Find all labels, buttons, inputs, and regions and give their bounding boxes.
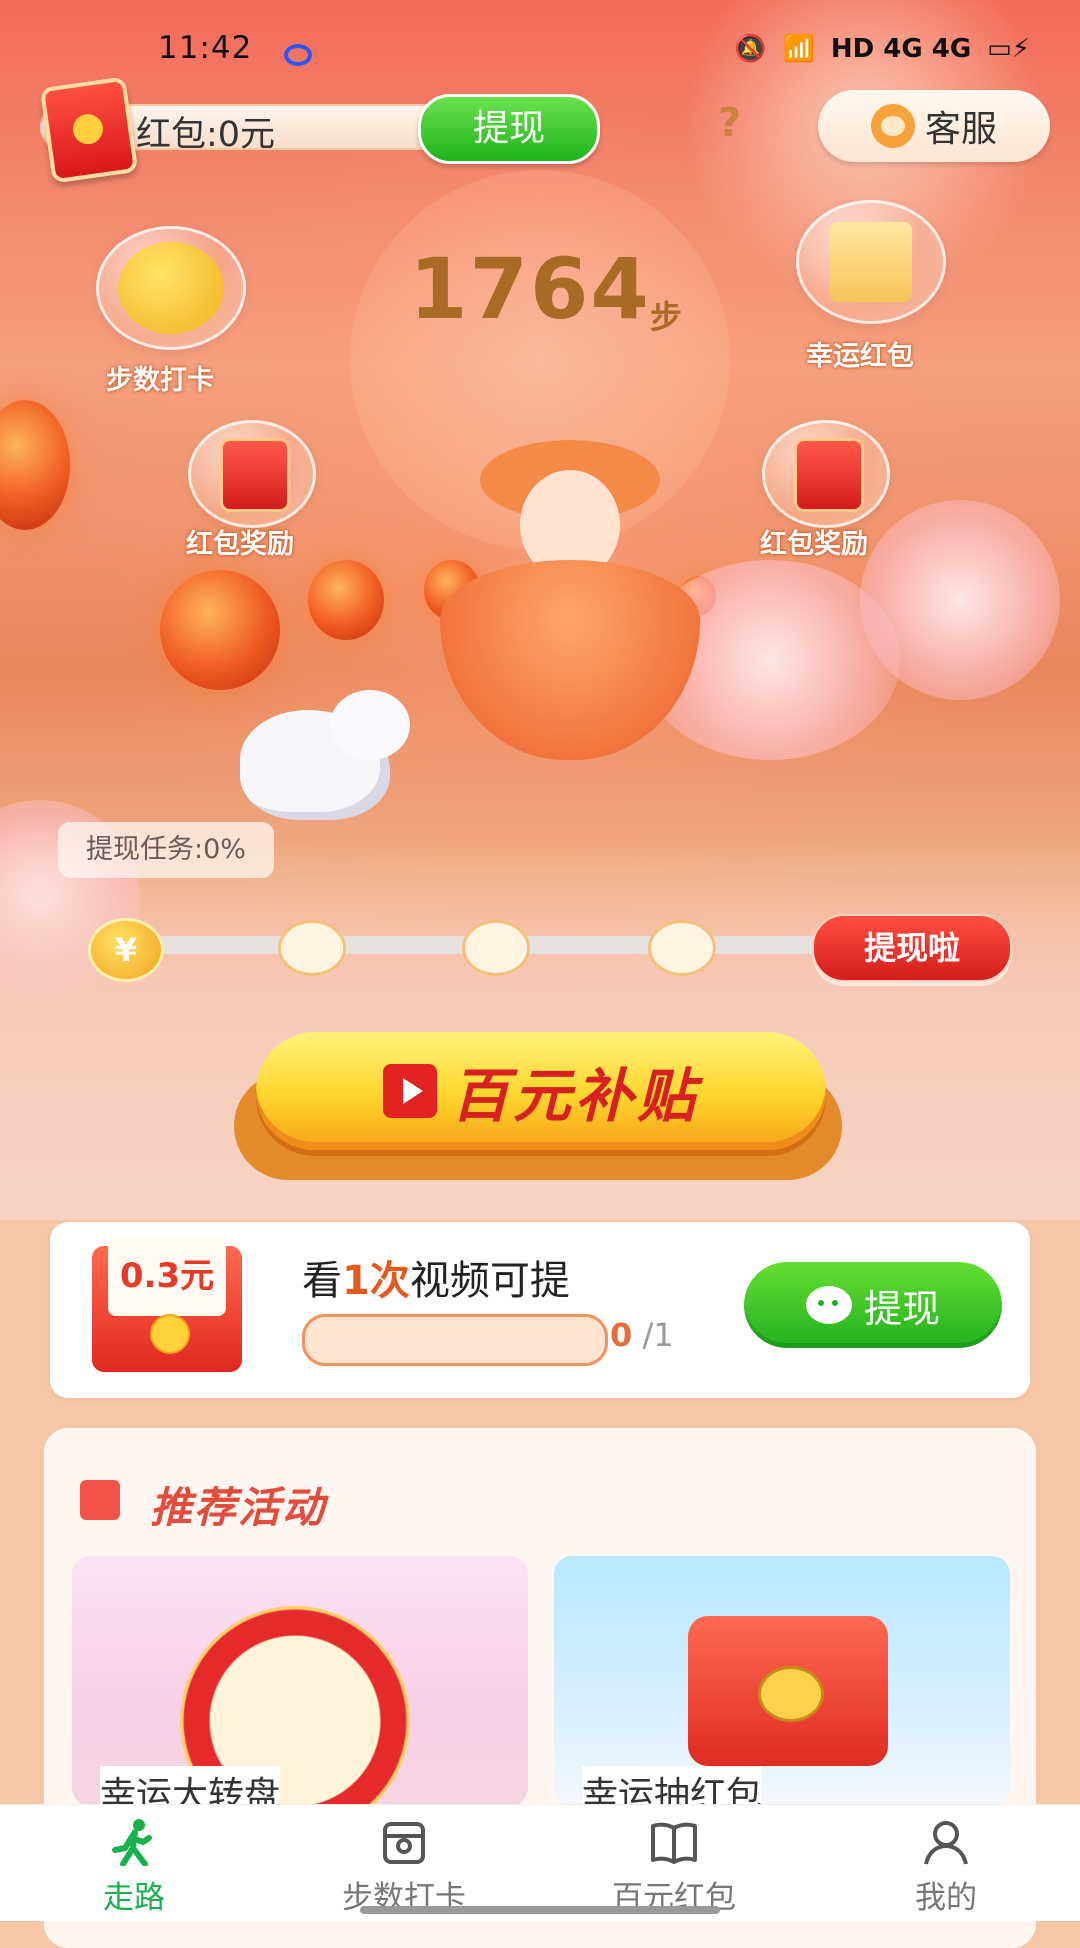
red-envelope-icon xyxy=(794,438,864,512)
nav-item-redpack[interactable]: 百元红包 xyxy=(574,1818,774,1917)
home-indicator[interactable] xyxy=(360,1906,720,1914)
reward-bubble-left[interactable] xyxy=(188,420,316,528)
milestone-node xyxy=(462,920,530,976)
blossom-tree xyxy=(860,500,1060,700)
customer-service-label: 客服 xyxy=(924,109,997,150)
coin-icon xyxy=(70,112,105,147)
play-icon xyxy=(382,1064,437,1118)
status-bar: 11:42 🔕 📶 HD 4G 4G ▭⚡ xyxy=(0,0,1080,104)
withdraw-button[interactable]: 提现 xyxy=(418,94,600,164)
lucky-redpack-bubble[interactable] xyxy=(796,200,946,324)
task-withdraw-label: 提现 xyxy=(863,1286,940,1331)
lantern xyxy=(160,570,280,690)
red-envelope-icon xyxy=(39,76,139,184)
reward-left-label: 红包奖励 xyxy=(186,529,294,560)
checkin-bubble[interactable] xyxy=(96,226,246,350)
gold-clasp-icon xyxy=(758,1666,824,1722)
reward-bubble-right[interactable] xyxy=(762,420,890,528)
lantern xyxy=(0,400,70,530)
step-unit: 步 xyxy=(650,298,683,336)
milestone-node xyxy=(648,920,716,976)
book-icon xyxy=(651,1822,697,1864)
milestone-node xyxy=(278,920,346,976)
subsidy-button[interactable]: 百元补贴 xyxy=(256,1032,826,1150)
activities-title: 推荐活动 xyxy=(150,1483,327,1532)
gold-envelope-icon xyxy=(830,222,912,302)
customer-service-button[interactable]: 客服 xyxy=(818,90,1050,162)
mute-icon: 🔕 xyxy=(734,34,767,64)
task-progress-current: 0 xyxy=(610,1316,633,1354)
task-progress-tooltip: 提现任务:0% xyxy=(58,822,274,878)
task-title-suffix: 视频可提 xyxy=(409,1258,570,1304)
wechat-icon xyxy=(805,1286,852,1324)
walking-icon xyxy=(112,1819,152,1866)
task-amount: 0.3元 xyxy=(108,1236,226,1316)
task-progress-bar xyxy=(302,1314,608,1366)
nav-item-walk[interactable]: 走路 xyxy=(34,1818,234,1917)
footprint-coin-icon xyxy=(118,242,224,334)
nav-item-profile[interactable]: 我的 xyxy=(846,1818,1046,1917)
step-count: 1764 xyxy=(409,240,651,338)
task-title-count: 1次 xyxy=(342,1258,410,1304)
task-title-prefix: 看 xyxy=(302,1258,342,1304)
status-time: 11:42 xyxy=(158,30,253,66)
checkin-icon xyxy=(383,1822,425,1864)
thumbs-up-icon xyxy=(80,1480,120,1520)
headset-icon xyxy=(870,104,915,148)
signal-indicators: HD 4G 4G xyxy=(830,34,972,64)
task-title: 看1次视频可提 xyxy=(302,1248,570,1306)
notification-dot-icon xyxy=(284,44,312,66)
lantern xyxy=(308,560,384,640)
task-progress-total: /1 xyxy=(632,1316,674,1354)
nav-label-profile: 我的 xyxy=(915,1880,977,1916)
yuan-coin-icon: ¥ xyxy=(88,918,164,982)
subsidy-label: 百元补贴 xyxy=(450,1062,699,1130)
coin-icon xyxy=(150,1314,190,1354)
reward-right-label: 红包奖励 xyxy=(760,529,868,560)
wifi-icon: 📶 xyxy=(782,34,815,64)
cashout-badge[interactable]: 提现啦 xyxy=(812,914,1012,982)
profile-icon xyxy=(924,1821,968,1865)
help-icon[interactable]: ? xyxy=(718,100,741,146)
battery-icon: ▭⚡ xyxy=(987,34,1030,64)
red-envelope-icon xyxy=(220,438,290,512)
status-icons: 🔕 📶 HD 4G 4G ▭⚡ xyxy=(734,34,1030,64)
nav-label-walk: 走路 xyxy=(103,1880,165,1916)
dog-head xyxy=(330,690,410,760)
task-withdraw-button[interactable]: 提现 xyxy=(744,1262,1002,1348)
balance-label: 红包:0元 xyxy=(136,115,276,155)
lucky-redpack-label: 幸运红包 xyxy=(806,341,914,372)
checkin-label: 步数打卡 xyxy=(106,365,214,396)
nav-item-checkin[interactable]: 步数打卡 xyxy=(304,1818,504,1917)
task-progress-text: 0 /1 xyxy=(610,1316,674,1354)
